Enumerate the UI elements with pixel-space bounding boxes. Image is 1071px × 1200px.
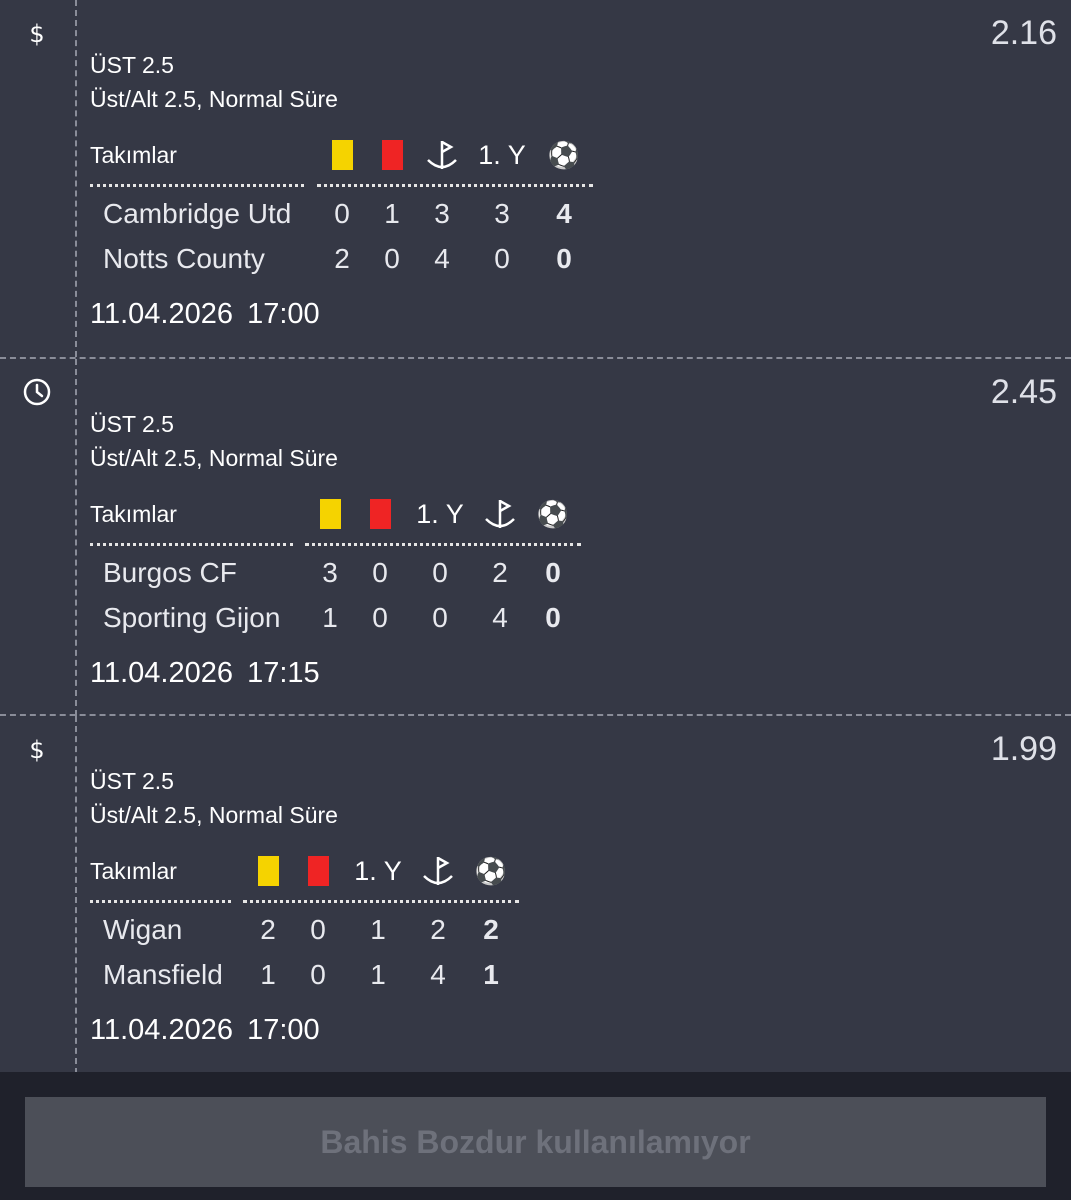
first-half-label: 1. Y xyxy=(416,498,464,529)
first-half-value: 3 xyxy=(494,198,510,229)
first-half-value: 1 xyxy=(370,914,386,945)
match-datetime: 11.04.2026 17:15 xyxy=(90,657,320,690)
yellow-card-icon xyxy=(310,489,350,539)
status-gutter: $ xyxy=(0,716,77,1074)
yellow-cards-value: 0 xyxy=(334,198,350,229)
corners-value: 2 xyxy=(430,914,446,945)
match-date: 11.04.2026 xyxy=(90,1014,233,1046)
match-date: 11.04.2026 xyxy=(90,298,233,330)
red-cards-value: 0 xyxy=(310,959,326,990)
market-detail: Üst/Alt 2.5, Normal Süre xyxy=(90,802,338,828)
red-cards-value: 0 xyxy=(372,602,388,633)
status-gutter xyxy=(0,359,77,716)
bet-card[interactable]: $ 1.99 ÜST 2.5 Üst/Alt 2.5, Normal Süre … xyxy=(0,714,1071,1074)
clock-icon xyxy=(22,377,52,407)
odds-value: 1.99 xyxy=(990,730,1057,768)
market-detail: Üst/Alt 2.5, Normal Süre xyxy=(90,86,338,112)
corners-value: 4 xyxy=(492,602,508,633)
bet-list: $ 2.16 ÜST 2.5 Üst/Alt 2.5, Normal Süre … xyxy=(0,0,1071,1074)
match-time: 17:00 xyxy=(247,1014,320,1046)
status-gutter: $ xyxy=(0,0,77,357)
dollar-icon: $ xyxy=(22,18,52,48)
first-half-value: 0 xyxy=(432,557,448,588)
score-value: 1 xyxy=(483,959,499,990)
teams-header: Takımlar xyxy=(90,130,304,187)
dollar-icon: $ xyxy=(22,734,52,764)
corners-value: 3 xyxy=(434,198,450,229)
red-cards-value: 0 xyxy=(372,557,388,588)
bet-card[interactable]: 2.45 ÜST 2.5 Üst/Alt 2.5, Normal Süre Ta… xyxy=(0,357,1071,716)
market-title: ÜST 2.5 xyxy=(90,411,174,437)
odds-value: 2.16 xyxy=(990,14,1057,52)
teams-header: Takımlar xyxy=(90,489,293,546)
yellow-cards-value: 2 xyxy=(334,243,350,274)
team-name: Sporting Gijon xyxy=(103,602,281,633)
match-datetime: 11.04.2026 17:00 xyxy=(90,1014,320,1047)
market-title: ÜST 2.5 xyxy=(90,52,174,78)
score-value: 4 xyxy=(556,198,572,229)
bet-card[interactable]: $ 2.16 ÜST 2.5 Üst/Alt 2.5, Normal Süre … xyxy=(0,0,1071,357)
market-detail: Üst/Alt 2.5, Normal Süre xyxy=(90,445,338,471)
svg-text:$: $ xyxy=(29,736,44,763)
score-value: 2 xyxy=(483,914,499,945)
red-cards-value: 1 xyxy=(384,198,400,229)
match-datetime: 11.04.2026 17:00 xyxy=(90,298,320,331)
yellow-card-icon xyxy=(248,846,288,896)
soccer-ball-icon: ⚽ xyxy=(474,855,508,886)
red-card-icon xyxy=(298,846,338,896)
score-value: 0 xyxy=(556,243,572,274)
first-half-value: 0 xyxy=(494,243,510,274)
corners-value: 4 xyxy=(434,243,450,274)
cashout-button[interactable]: Bahis Bozdur kullanılamıyor xyxy=(25,1097,1046,1187)
yellow-card-icon xyxy=(322,130,362,180)
score-value: 0 xyxy=(545,557,561,588)
team-name: Cambridge Utd xyxy=(103,198,292,229)
soccer-ball-icon: ⚽ xyxy=(547,139,581,170)
red-cards-value: 0 xyxy=(310,914,326,945)
yellow-cards-value: 3 xyxy=(322,557,338,588)
corner-flag-icon xyxy=(422,130,462,180)
corner-flag-icon xyxy=(418,846,458,896)
teams-header: Takımlar xyxy=(90,846,231,903)
first-half-value: 1 xyxy=(370,959,386,990)
corners-value: 4 xyxy=(430,959,446,990)
yellow-cards-value: 1 xyxy=(260,959,276,990)
corners-value: 2 xyxy=(492,557,508,588)
first-half-label: 1. Y xyxy=(478,139,526,170)
yellow-cards-value: 1 xyxy=(322,602,338,633)
first-half-label: 1. Y xyxy=(354,855,402,886)
match-date: 11.04.2026 xyxy=(90,657,233,689)
team-name: Wigan xyxy=(103,914,183,945)
svg-text:$: $ xyxy=(29,20,44,47)
match-time: 17:00 xyxy=(247,298,320,330)
red-card-icon xyxy=(372,130,412,180)
match-time: 17:15 xyxy=(247,657,320,689)
stats-columns-header: 1. Y ⚽ xyxy=(243,846,519,903)
red-cards-value: 0 xyxy=(384,243,400,274)
market-title: ÜST 2.5 xyxy=(90,768,174,794)
footer-bar: Bahis Bozdur kullanılamıyor xyxy=(0,1072,1071,1200)
soccer-ball-icon: ⚽ xyxy=(536,498,570,529)
score-value: 0 xyxy=(545,602,561,633)
team-name: Mansfield xyxy=(103,959,223,990)
stats-columns-header: 1. Y ⚽ xyxy=(317,130,593,187)
team-name: Burgos CF xyxy=(103,557,237,588)
corner-flag-icon xyxy=(480,489,520,539)
red-card-icon xyxy=(360,489,400,539)
first-half-value: 0 xyxy=(432,602,448,633)
odds-value: 2.45 xyxy=(990,373,1057,411)
yellow-cards-value: 2 xyxy=(260,914,276,945)
stats-columns-header: 1. Y ⚽ xyxy=(305,489,581,546)
team-name: Notts County xyxy=(103,243,265,274)
